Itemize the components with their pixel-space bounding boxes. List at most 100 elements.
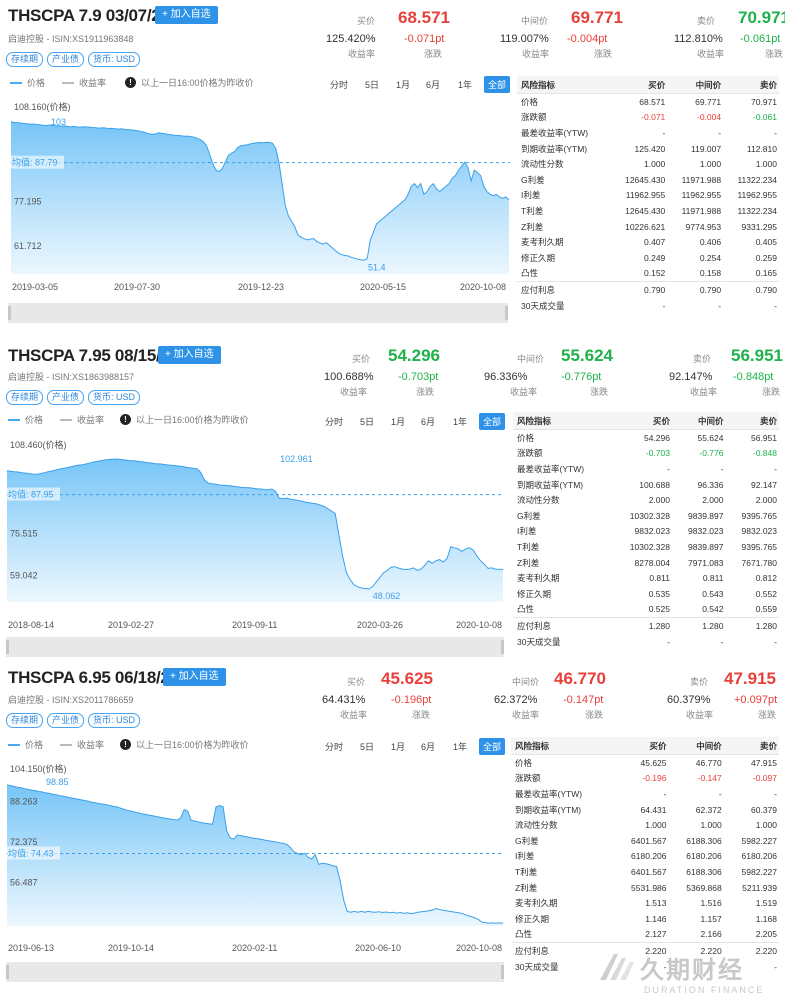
price-chart[interactable]: 104.150(价格) 88.263 72.375 56.487 均值: 74.43 98… [6,760,504,930]
range-1m[interactable]: 1月 [396,78,410,91]
add-watchlist-button[interactable]: + 加入自选 [163,668,226,686]
risk-row: I利差 6180.206 6180.206 6180.206 [511,849,779,865]
range-intraday[interactable]: 分时 [325,415,343,428]
range-slider[interactable] [6,637,504,657]
range-all[interactable]: 全部 [484,76,511,93]
risk-metric-value: 1.000 [755,820,777,831]
x-tick: 2020-10-08 [456,620,503,630]
legend-price[interactable]: 价格 [8,413,43,426]
legend-yield[interactable]: 收益率 [60,413,104,426]
risk-metric-value: 62.372 [695,804,722,815]
range-6m[interactable]: 6月 [421,415,435,428]
bond-tags: 存续期 产业债 货币: USD [6,49,144,67]
risk-row: I利差 11962.955 11962.955 11962.955 [517,188,779,204]
legend-price[interactable]: 价格 [8,738,43,751]
tag-status[interactable]: 存续期 [6,390,44,405]
legend-price[interactable]: 价格 [10,76,45,89]
risk-row: 最差收益率(YTW) - - - [513,461,779,477]
max-label: 103 [51,117,66,127]
risk-table: 风险指标 买价 中间价 卖价 价格 68.571 69.771 70.971 涨跌额 -0.071… [517,76,779,313]
risk-metric-value: 6188.306 [686,835,722,846]
risk-metric-name: I利差 [517,526,537,537]
tag-currency[interactable]: 货币: USD [88,390,141,405]
risk-row: I利差 9832.023 9832.023 9832.023 [513,524,779,540]
tag-status[interactable]: 存续期 [6,52,44,67]
risk-metric-value: 60.379 [751,804,777,815]
risk-metric-value: 1.000 [645,820,667,831]
price-chart[interactable]: 108.160(价格) 77.195 61.712 均值: 87.79 103 51.4 [10,98,510,278]
risk-row: 凸性 0.525 0.542 0.559 [513,602,779,618]
risk-metric-name: 麦考利久期 [515,898,558,909]
price-line-icon [8,743,20,746]
range-1m[interactable]: 1月 [391,740,405,753]
risk-metric-value: 2.000 [755,495,777,506]
x-tick: 2019-12-23 [238,282,285,292]
ask-change: +0.097pt [734,694,778,706]
bid-change: -0.071pt [404,33,445,45]
risk-header-cell: 卖价 [725,412,779,430]
range-all[interactable]: 全部 [479,413,506,430]
range-6m[interactable]: 6月 [426,78,440,91]
tag-sector[interactable]: 产业债 [47,713,85,728]
bond-panel-3: THSCPA 6.95 06/18/22 + 加入自选 启迪控股 - ISIN:… [0,662,785,993]
tag-currency[interactable]: 货币: USD [88,713,141,728]
mid-label: 中间价 [517,354,545,364]
bond-title: THSCPA 7.9 03/07/21 [8,6,170,25]
range-5d[interactable]: 5日 [360,740,374,753]
tag-sector[interactable]: 产业债 [47,390,85,405]
range-5d[interactable]: 5日 [360,415,374,428]
add-watchlist-button[interactable]: + 加入自选 [155,6,218,24]
range-1y[interactable]: 1年 [458,78,472,91]
x-tick: 2020-03-26 [357,620,404,630]
risk-header-cell: 买价 [610,76,668,94]
tag-currency[interactable]: 货币: USD [88,52,141,67]
range-all[interactable]: 全部 [479,738,506,755]
price-chart[interactable]: 108.460(价格) 75.515 59.042 均值: 87.95 102.961 4… [6,436,504,606]
note-text: 以上一日16:00价格为昨收价 [136,740,249,750]
risk-header-cell: 风险指标 [511,737,614,755]
risk-metric-name: 修正久期 [517,588,552,599]
range-6m[interactable]: 6月 [421,740,435,753]
mid-price: 55.624 [561,346,613,365]
range-5d[interactable]: 5日 [365,78,379,91]
range-slider[interactable] [8,303,508,323]
risk-metric-value: 46.770 [695,757,722,768]
risk-row: Z利差 10226.621 9774.953 9331.295 [517,219,779,235]
risk-metric-value: 9395.765 [741,541,777,552]
risk-row: 流动性分数 2.000 2.000 2.000 [513,492,779,508]
legend-yield[interactable]: 收益率 [60,738,104,751]
risk-metric-value: 0.407 [644,237,666,248]
mid-change: -0.147pt [563,694,604,706]
risk-metric-name: 修正久期 [515,913,550,924]
bid-yield: 100.688% [324,371,374,383]
yield-unit: 收益率 [697,49,725,59]
add-watchlist-button[interactable]: + 加入自选 [158,346,221,364]
mid-change: -0.776pt [561,371,602,383]
range-slider[interactable] [6,962,504,982]
mid-yield: 119.007% [500,33,549,45]
watermark-en: DURATION FINANCE [644,985,765,995]
yield-unit: 收益率 [340,710,368,720]
risk-metric-value: 9839.897 [688,541,724,552]
risk-header-cell: 买价 [612,412,672,430]
risk-metric-value: - [718,788,722,799]
x-tick: 2019-10-14 [108,943,155,953]
risk-metric-value: 45.625 [640,757,667,768]
range-1m[interactable]: 1月 [391,415,405,428]
tag-sector[interactable]: 产业债 [47,52,85,67]
range-intraday[interactable]: 分时 [325,740,343,753]
range-1y[interactable]: 1年 [453,415,467,428]
legend-yield[interactable]: 收益率 [62,76,106,89]
change-unit: 涨跌 [765,49,784,59]
risk-metric-name: 到期收益率(YTM) [515,804,582,815]
risk-metric-value: 8278.004 [634,557,670,568]
risk-metric-value: 9832.023 [741,526,777,537]
risk-metric-value: 5531.986 [631,882,667,893]
range-intraday[interactable]: 分时 [330,78,348,91]
y-tick-label: 108.160(价格) [14,101,71,112]
yield-line-icon [62,81,74,84]
tag-status[interactable]: 存续期 [6,713,44,728]
risk-metric-name: 价格 [515,757,533,768]
range-1y[interactable]: 1年 [453,740,467,753]
risk-metric-value: 0.542 [702,604,724,615]
